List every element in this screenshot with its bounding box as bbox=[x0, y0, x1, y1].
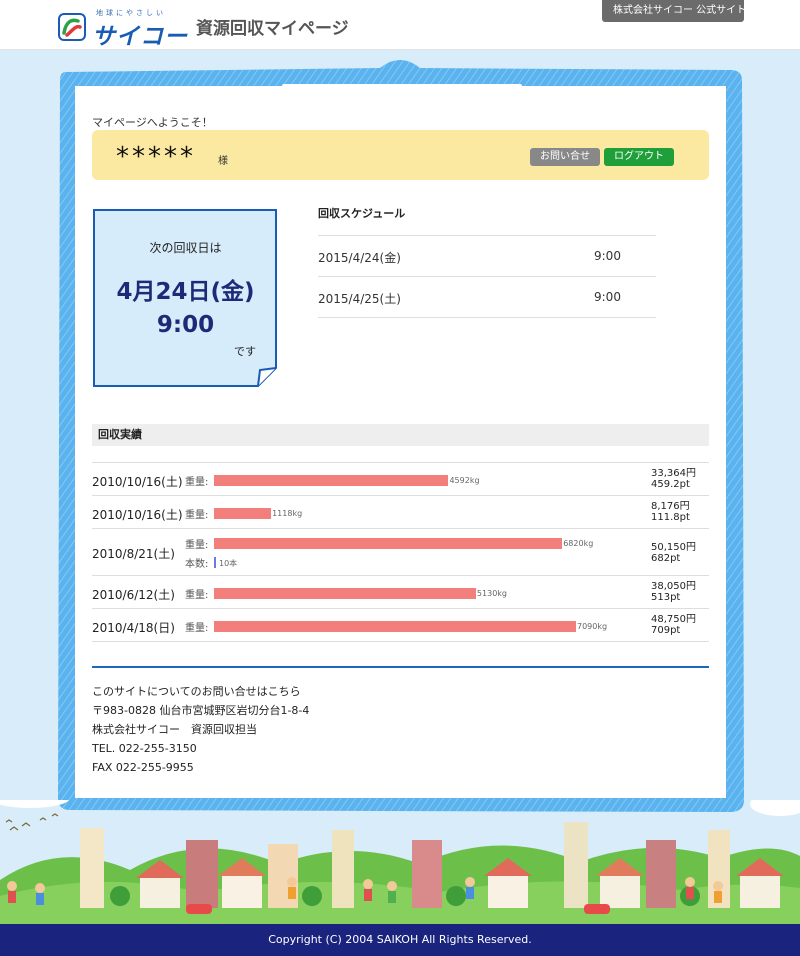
weight-label: 重量: bbox=[185, 540, 209, 551]
contact-heading: このサイトについてのお問い合せはこちら bbox=[92, 685, 301, 698]
result-points: 709pt bbox=[651, 625, 681, 636]
count-bar bbox=[214, 557, 216, 568]
weight-value: 5130kg bbox=[476, 589, 507, 598]
weight-value: 7090kg bbox=[577, 622, 608, 631]
next-collection-time: 9:00 bbox=[156, 312, 215, 338]
logo-wordmark: サイコー bbox=[92, 24, 188, 50]
weight-bar bbox=[214, 508, 272, 519]
weight-label: 重量: bbox=[185, 477, 209, 488]
result-date: 2010/6/12(土) bbox=[92, 588, 175, 602]
logout-button[interactable]: ログアウト bbox=[604, 148, 674, 166]
result-yen: 48,750円 bbox=[651, 614, 696, 625]
weight-bar bbox=[214, 475, 449, 486]
result-date: 2010/10/16(土) bbox=[92, 475, 183, 489]
user-bar: ***** 様 お問い合せ ログアウト bbox=[92, 130, 709, 180]
result-yen: 8,176円 bbox=[651, 501, 690, 512]
schedule-title: 回収スケジュール bbox=[318, 207, 406, 220]
contact-button[interactable]: お問い合せ bbox=[530, 148, 600, 166]
result-yen: 33,364円 bbox=[651, 468, 696, 479]
copyright: Copyright (C) 2004 SAIKOH All Rights Res… bbox=[0, 924, 800, 956]
saikoh-logo[interactable]: 地球にやさしい サイコー bbox=[58, 8, 187, 50]
site-header: 地球にやさしい サイコー 資源回収マイページ 株式会社サイコー 公式サイト › bbox=[0, 0, 800, 50]
contact-info: このサイトについてのお問い合せはこちら 〒983-0828 仙台市宮城野区岩切分… bbox=[92, 682, 309, 777]
corporate-site-link[interactable]: 株式会社サイコー 公式サイト › bbox=[602, 0, 753, 22]
town-illustration bbox=[0, 800, 800, 924]
schedule-row: 2015/4/25(土) 9:00 bbox=[318, 277, 656, 318]
result-yen: 50,150円 bbox=[651, 542, 696, 553]
result-row: 2010/8/21(土) 重量: 6820kg 本数: 10本 50,150円 682pt bbox=[92, 529, 709, 576]
result-date: 2010/8/21(土) bbox=[92, 547, 175, 561]
schedule-date: 2015/4/25(土) bbox=[318, 292, 401, 306]
result-yen: 38,050円 bbox=[651, 581, 696, 592]
site-title: 資源回収マイページ bbox=[196, 19, 349, 39]
weight-bar bbox=[214, 538, 563, 549]
result-points: 459.2pt bbox=[651, 479, 690, 490]
contact-department: 株式会社サイコー 資源回収担当 bbox=[92, 723, 257, 736]
next-collection-label: 次の回収日は bbox=[149, 241, 222, 255]
result-date: 2010/10/16(土) bbox=[92, 508, 183, 522]
count-value: 10本 bbox=[219, 559, 238, 568]
weight-value: 4592kg bbox=[449, 476, 480, 485]
next-collection-date: 4月24日(金) bbox=[116, 279, 255, 305]
weight-bar bbox=[214, 588, 476, 599]
result-amount: 38,050円 513pt bbox=[651, 581, 696, 603]
contact-fax: FAX 022-255-9955 bbox=[92, 761, 194, 774]
contact-tel: TEL. 022-255-3150 bbox=[92, 742, 197, 755]
weight-bar bbox=[214, 621, 576, 632]
weight-label: 重量: bbox=[185, 623, 209, 634]
result-row: 2010/6/12(土) 重量: 5130kg 38,050円 513pt bbox=[92, 576, 709, 609]
schedule-time: 9:00 bbox=[594, 290, 621, 304]
result-row: 2010/10/16(土) 重量: 4592kg 33,364円 459.2pt bbox=[92, 463, 709, 496]
schedule-date: 2015/4/24(金) bbox=[318, 251, 401, 265]
result-amount: 33,364円 459.2pt bbox=[651, 468, 696, 490]
result-row: 2010/10/16(土) 重量: 1118kg 8,176円 111.8pt bbox=[92, 496, 709, 529]
results-title: 回収実績 bbox=[92, 424, 709, 446]
saikoh-logo-icon bbox=[58, 13, 86, 41]
user-name: ***** bbox=[116, 142, 196, 172]
weight-value: 1118kg bbox=[272, 509, 303, 518]
weight-label: 重量: bbox=[185, 590, 209, 601]
results-table: 2010/10/16(土) 重量: 4592kg 33,364円 459.2pt 2010… bbox=[92, 462, 709, 642]
user-honorific: 様 bbox=[218, 156, 228, 167]
result-amount: 48,750円 709pt bbox=[651, 614, 696, 636]
result-points: 111.8pt bbox=[651, 512, 690, 523]
result-amount: 50,150円 682pt bbox=[651, 542, 696, 564]
count-label: 本数: bbox=[185, 559, 209, 570]
next-collection-suffix: です bbox=[234, 345, 256, 358]
result-points: 682pt bbox=[651, 553, 681, 564]
result-points: 513pt bbox=[651, 592, 681, 603]
mypage-card: マイページへようこそ！ ***** 様 お問い合せ ログアウト 次の回収日は 4… bbox=[75, 86, 726, 798]
result-amount: 8,176円 111.8pt bbox=[651, 501, 690, 523]
weight-label: 重量: bbox=[185, 510, 209, 521]
schedule-time: 9:00 bbox=[594, 249, 621, 263]
schedule-row: 2015/4/24(金) 9:00 bbox=[318, 236, 656, 277]
weight-value: 6820kg bbox=[563, 539, 594, 548]
contact-address: 〒983-0828 仙台市宮城野区岩切分台1-8-4 bbox=[92, 704, 310, 717]
schedule-list: 2015/4/24(金) 9:00 2015/4/25(土) 9:00 bbox=[318, 235, 656, 318]
welcome-message: マイページへようこそ！ bbox=[92, 116, 213, 129]
result-row: 2010/4/18(日) 重量: 7090kg 48,750円 709pt bbox=[92, 609, 709, 642]
section-divider bbox=[92, 666, 709, 668]
result-date: 2010/4/18(日) bbox=[92, 621, 175, 635]
